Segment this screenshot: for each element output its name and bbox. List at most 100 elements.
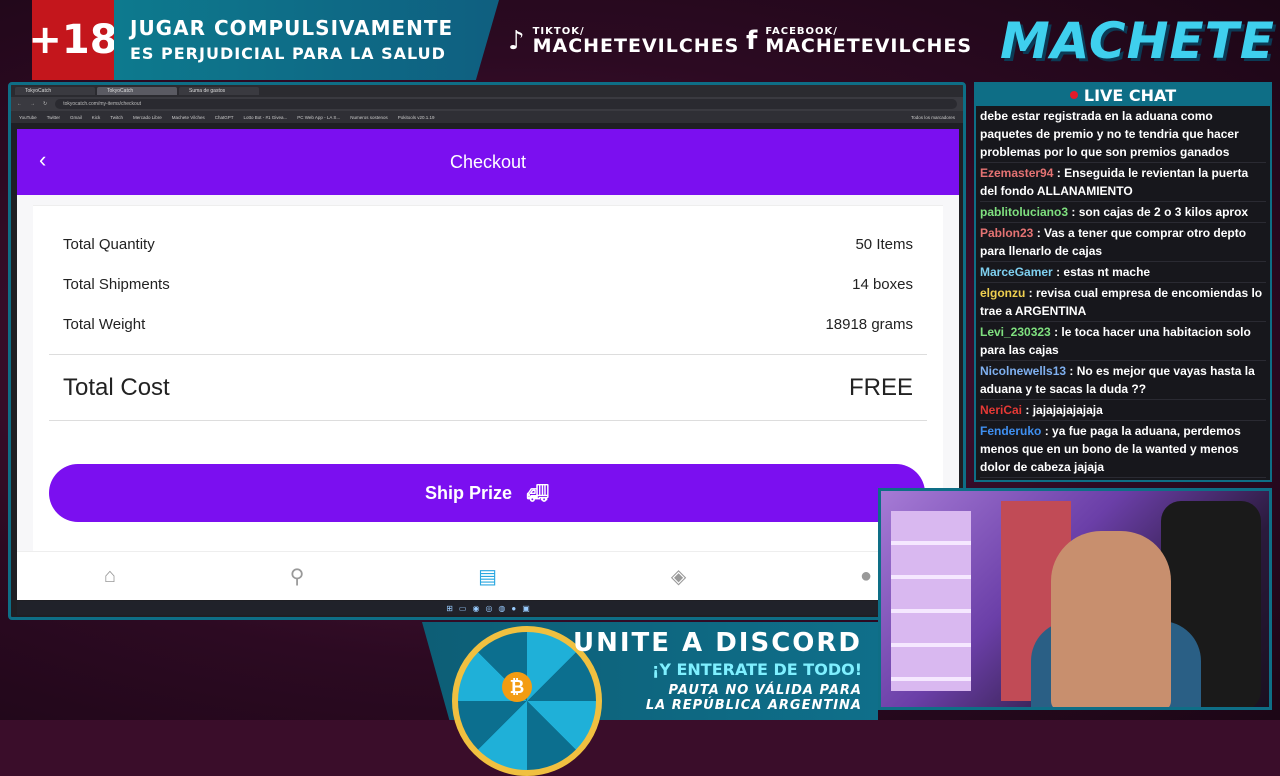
bookmark[interactable]: Todos los marcadores (911, 115, 955, 120)
browser-tabs: TokyoCatch TokyoCatch Suma de gastos (11, 85, 963, 97)
divider (49, 354, 927, 355)
home-icon[interactable]: ⌂ (104, 565, 116, 588)
discord-text: UNITE A DISCORD ¡Y ENTERATE DE TODO! PAU… (573, 628, 862, 713)
chat-message: NeriCai : jajajajajajaja (980, 400, 1266, 421)
streamer (1051, 531, 1171, 707)
bookmark[interactable]: YouTube (19, 115, 37, 120)
items-box-icon[interactable]: ▤ (478, 564, 497, 589)
chat-username[interactable]: MarceGamer (980, 265, 1053, 279)
discord-icon[interactable]: ◎ (485, 604, 492, 613)
chat-message: MarceGamer : estas nt mache (980, 262, 1266, 283)
divider (49, 420, 927, 421)
bookmark[interactable]: Gmail (70, 115, 82, 120)
live-chat-panel: LIVE CHAT debe estar registrada en la ad… (974, 82, 1272, 482)
profile-icon[interactable]: ● (860, 565, 872, 588)
chat-message: Pablon23 : Vas a tener que comprar otro … (980, 223, 1266, 262)
bookmarks-bar: YouTube Twitter Gmail Kick Twitch Mercad… (11, 111, 963, 123)
chrome-icon[interactable]: ◉ (472, 604, 479, 613)
steam-icon[interactable]: ◍ (498, 604, 505, 613)
total-cost-row: Total Cost FREE (63, 374, 913, 402)
bookmark[interactable]: Mercado Libre (133, 115, 162, 120)
warning-line-1: JUGAR COMPULSIVAMENTE (130, 16, 454, 40)
reload-icon[interactable]: ↻ (43, 101, 47, 107)
chat-username[interactable]: elgonzu (980, 286, 1025, 300)
bookmark[interactable]: Machete Vilches (172, 115, 205, 120)
chat-username[interactable]: Ezemaster94 (980, 166, 1053, 180)
windows-start-icon[interactable]: ⊞ (446, 604, 453, 613)
row-label: Total Weight (63, 316, 146, 333)
forward-arrow-icon[interactable]: → (30, 101, 35, 107)
total-label: Total Cost (63, 374, 170, 401)
ship-prize-button[interactable]: Ship Prize 🚚︎ (49, 464, 925, 522)
chat-message: Ezemaster94 : Enseguida le revientan la … (980, 163, 1266, 202)
chat-username[interactable]: Pablon23 (980, 226, 1033, 240)
ship-button-label: Ship Prize (425, 482, 513, 503)
total-value: FREE (848, 374, 913, 401)
browser-tab[interactable]: Suma de gastos (179, 87, 259, 95)
chat-message: elgonzu : revisa cual empresa de encomie… (980, 283, 1266, 322)
chat-message: Nicolnewells13 : No es mejor que vayas h… (980, 361, 1266, 400)
warning-line-2: ES PERJUDICIAL PARA LA SALUD (130, 44, 446, 63)
brand-logo: MACHETE (1000, 12, 1275, 70)
explorer-icon[interactable]: ▭ (459, 604, 467, 613)
claw-machine-icon[interactable]: ⚲ (290, 564, 305, 589)
address-bar: ← → ↻ tokyocatch.com/my-items/checkout (11, 97, 963, 111)
page-title: Checkout (449, 151, 527, 172)
discord-line-3: PAUTA NO VÁLIDA PARA (668, 683, 862, 698)
checkout-summary-card: Total Quantity 50 Items Total Shipments … (33, 205, 943, 555)
chat-text: : jajajajajajaja (1025, 403, 1103, 417)
chat-message: debe estar registrada en la aduana como … (980, 106, 1266, 163)
discord-line-2: ¡Y ENTERATE DE TODO! (652, 660, 862, 679)
shelf (891, 511, 971, 691)
tiktok-social: ♪ TIKTOK/ MACHETEVILCHES (508, 26, 739, 56)
chat-username[interactable]: Nicolnewells13 (980, 364, 1066, 378)
chat-text: debe estar registrada en la aduana como … (980, 109, 1239, 159)
age-badge: +18 (28, 0, 118, 80)
browser-tab[interactable]: TokyoCatch (15, 87, 95, 95)
truck-icon: 🚚︎ (526, 482, 549, 503)
bookmark[interactable]: Twitter (47, 115, 60, 120)
row-value: 50 Items (855, 236, 913, 253)
row-label: Total Quantity (63, 236, 155, 253)
facebook-handle: MACHETEVILCHES (765, 35, 973, 57)
bookmark[interactable]: Twitch (110, 115, 123, 120)
browser-tab-active[interactable]: TokyoCatch (97, 87, 177, 95)
bookmark[interactable]: Numeros sostenos (350, 115, 388, 120)
facebook-social: f FACEBOOK/ MACHETEVILCHES (746, 26, 972, 56)
row-value: 14 boxes (852, 276, 913, 293)
app-icon[interactable]: ▣ (522, 604, 530, 613)
chat-message: Fenderuko : ya fue paga la aduana, perde… (980, 421, 1266, 478)
live-chat-header: LIVE CHAT (976, 84, 1270, 106)
chat-username[interactable]: Levi_230323 (980, 325, 1051, 339)
chat-username[interactable]: NeriCai (980, 403, 1022, 417)
gambling-warning: JUGAR COMPULSIVAMENTE ES PERJUDICIAL PAR… (114, 0, 499, 80)
checkout-header: ‹ Checkout (17, 129, 959, 195)
url-input[interactable]: tokyocatch.com/my-items/checkout (55, 99, 957, 109)
badge-icon[interactable]: ◈ (671, 564, 686, 589)
summary-row: Total Quantity 50 Items (63, 236, 913, 253)
back-arrow-icon[interactable]: ← (17, 101, 22, 107)
bookmark[interactable]: Lotto Bot - #1 Givea... (243, 115, 287, 120)
live-chat-title: LIVE CHAT (1083, 85, 1177, 105)
tiktok-handle: MACHETEVILCHES (532, 35, 740, 57)
summary-row: Total Weight 18918 grams (63, 316, 913, 333)
back-chevron-icon[interactable]: ‹ (39, 147, 46, 173)
webcam-feed (878, 488, 1272, 710)
browser-window: TokyoCatch TokyoCatch Suma de gastos ← →… (8, 82, 966, 620)
live-dot-icon (1069, 91, 1078, 99)
chat-username[interactable]: pablitoluciano3 (980, 205, 1068, 219)
chat-text: : estas nt mache (1056, 265, 1151, 279)
chat-message: pablitoluciano3 : son cajas de 2 o 3 kil… (980, 202, 1266, 223)
bookmark[interactable]: ChatGPT (215, 115, 234, 120)
bookmark[interactable]: PC Web App - LA S... (297, 115, 340, 120)
row-value: 18918 grams (825, 316, 913, 333)
chat-username[interactable]: Fenderuko (980, 424, 1041, 438)
chat-message: Levi_230323 : le toca hacer una habitaci… (980, 322, 1266, 361)
taskbar: ⊞ ▭ ◉ ◎ ◍ ● ▣ (17, 601, 959, 615)
summary-row: Total Shipments 14 boxes (63, 276, 913, 293)
spotify-icon[interactable]: ● (511, 604, 516, 613)
tiktok-icon: ♪ (508, 26, 525, 56)
bookmark[interactable]: Kick (92, 115, 101, 120)
bookmark[interactable]: Pokitools v20.1.19 (398, 115, 435, 120)
chat-messages: debe estar registrada en la aduana como … (976, 106, 1270, 478)
